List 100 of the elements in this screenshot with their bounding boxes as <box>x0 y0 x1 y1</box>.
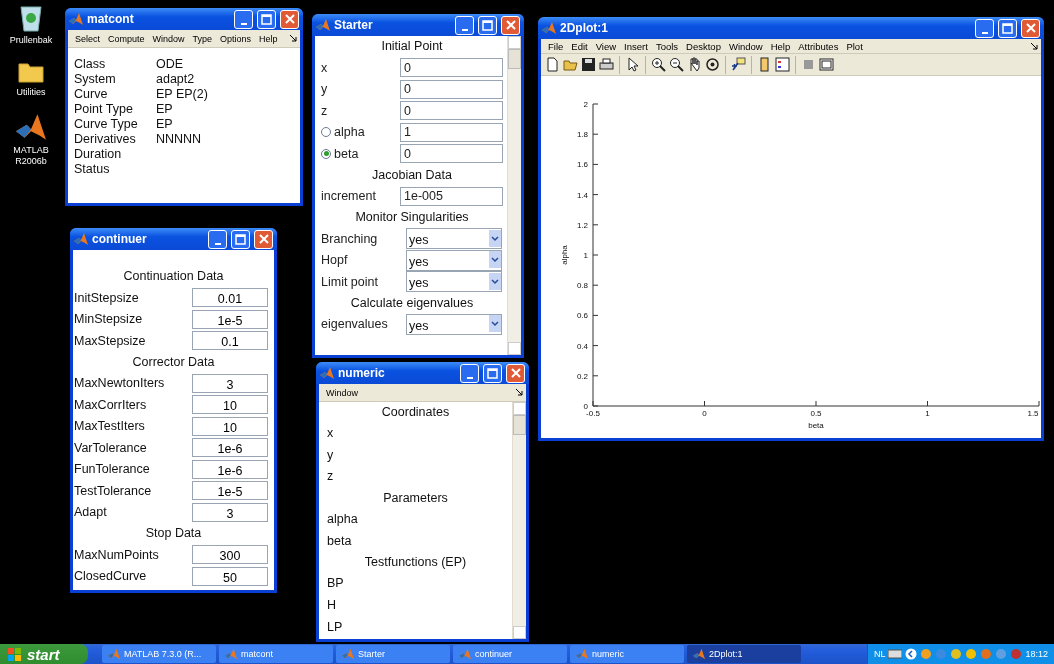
pointer-icon[interactable] <box>625 57 640 73</box>
dock-arrow-icon[interactable] <box>290 35 297 42</box>
input-field[interactable]: 10 <box>192 395 268 415</box>
tick-label: 1.8 <box>576 130 588 140</box>
maximize-button[interactable] <box>998 18 1017 38</box>
input-field[interactable]: 1 <box>400 122 503 142</box>
printer-icon[interactable] <box>599 57 614 73</box>
menu-item[interactable]: Select <box>71 33 104 44</box>
taskbar-button[interactable]: MATLAB 7.3.0 (R... <box>102 645 216 663</box>
maximize-icon <box>487 367 498 379</box>
recycle-bin-icon[interactable] <box>18 4 44 32</box>
folder-icon[interactable] <box>18 60 44 84</box>
minimize-icon <box>981 31 988 34</box>
input-field[interactable]: 0 <box>400 101 503 121</box>
dropdown[interactable]: yes <box>406 271 502 293</box>
tick-label: 2 <box>583 100 588 109</box>
minimize-button[interactable] <box>208 229 227 249</box>
field-label: alpha <box>334 125 365 140</box>
input-field[interactable]: 1e-5 <box>192 309 268 329</box>
menu-item[interactable]: Help <box>766 40 795 52</box>
input-field[interactable]: 1e-5 <box>192 481 268 501</box>
desktop-icon-label[interactable]: Utilities <box>3 87 59 98</box>
info-label: Class <box>74 57 107 72</box>
info-value: EP <box>156 117 174 132</box>
input-field[interactable]: 300 <box>192 545 268 565</box>
zoom-in-icon[interactable] <box>651 57 666 73</box>
zoom-out-icon[interactable] <box>669 57 684 73</box>
input-field[interactable]: 0 <box>400 58 503 78</box>
desktop-icon-label[interactable]: MATLAB R2006b <box>3 145 59 167</box>
minimize-button[interactable] <box>234 9 253 29</box>
input-field[interactable]: 1e-6 <box>192 438 268 458</box>
scrollbar[interactable] <box>507 36 521 355</box>
minimize-button[interactable] <box>975 18 994 38</box>
dock-arrow-icon[interactable] <box>516 389 523 396</box>
dropdown[interactable]: yes <box>406 313 502 335</box>
colorbar-icon[interactable] <box>757 57 772 73</box>
close-button[interactable] <box>280 9 299 29</box>
field-label: MaxTestIters <box>74 419 146 434</box>
close-button[interactable] <box>501 15 520 35</box>
maximize-button[interactable] <box>483 363 502 383</box>
taskbar-button[interactable]: Starter <box>336 645 450 663</box>
chevron-down-icon <box>489 251 501 269</box>
menu-item[interactable]: Window <box>724 40 767 52</box>
menu-item[interactable]: Plot <box>842 40 867 52</box>
scrollbar[interactable] <box>512 402 526 639</box>
close-button[interactable] <box>1021 18 1040 38</box>
input-field[interactable]: 0.1 <box>192 331 268 351</box>
menu-item[interactable]: Edit <box>567 40 592 52</box>
menu-item[interactable]: Insert <box>620 40 652 52</box>
info-label: Curve Type <box>74 117 139 132</box>
menu-item[interactable]: Desktop <box>682 40 725 52</box>
legend-icon[interactable] <box>775 57 790 73</box>
menu-item[interactable]: Compute <box>104 33 149 44</box>
window-title: matcont <box>87 12 135 26</box>
close-button[interactable] <box>254 229 273 249</box>
maximize-button[interactable] <box>231 229 250 249</box>
chevron-left-icon[interactable] <box>905 648 918 660</box>
minimize-button[interactable] <box>455 15 474 35</box>
menu-item[interactable]: Tools <box>651 40 683 52</box>
input-field[interactable]: 3 <box>192 373 268 393</box>
taskbar-button[interactable]: 2Dplot:1 <box>687 645 801 663</box>
desktop-icon-label[interactable]: Prullenbak <box>3 35 59 46</box>
hand-icon[interactable] <box>687 57 702 73</box>
info-label: Duration <box>74 147 123 162</box>
dropdown[interactable]: yes <box>406 249 502 271</box>
start-button[interactable]: start <box>0 644 88 664</box>
input-field[interactable]: 10 <box>192 416 268 436</box>
menu-item[interactable]: Attributes <box>794 40 843 52</box>
menu-item[interactable]: Options <box>216 33 256 44</box>
input-field[interactable]: 1e-6 <box>192 459 268 479</box>
input-field[interactable]: 0.01 <box>192 288 268 308</box>
info-value: adapt2 <box>156 72 196 87</box>
window-title: numeric <box>338 366 386 380</box>
minimize-button[interactable] <box>460 363 479 383</box>
input-field[interactable]: 0 <box>400 79 503 99</box>
frame-icon[interactable] <box>819 57 834 73</box>
field-label: beta <box>334 146 359 161</box>
input-field[interactable]: 1e-005 <box>400 186 503 206</box>
menu-item[interactable]: Window <box>322 387 362 398</box>
input-field[interactable]: 3 <box>192 502 268 522</box>
maximize-button[interactable] <box>478 15 497 35</box>
maximize-button[interactable] <box>257 9 276 29</box>
chevron-down-icon <box>489 272 501 290</box>
input-field[interactable]: 0 <box>400 144 503 164</box>
taskbar-button[interactable]: numeric <box>570 645 684 663</box>
new-file-icon[interactable] <box>545 57 560 73</box>
dock-arrow-icon[interactable] <box>1031 42 1038 50</box>
close-button[interactable] <box>506 363 525 383</box>
info-value: ODE <box>156 57 185 72</box>
menu-item[interactable]: Type <box>188 33 217 44</box>
taskbar-button[interactable]: matcont <box>219 645 333 663</box>
keyboard-icon[interactable] <box>888 649 903 659</box>
input-field[interactable]: 50 <box>192 566 268 586</box>
dropdown[interactable]: yes <box>406 228 502 250</box>
menu-item[interactable]: Window <box>148 33 189 44</box>
taskbar-button[interactable]: continuer <box>453 645 567 663</box>
menu-item[interactable]: Help <box>255 33 282 44</box>
data-cursor-icon[interactable] <box>731 57 746 73</box>
menu-item[interactable]: File <box>544 40 568 52</box>
menu-item[interactable]: View <box>591 40 621 52</box>
